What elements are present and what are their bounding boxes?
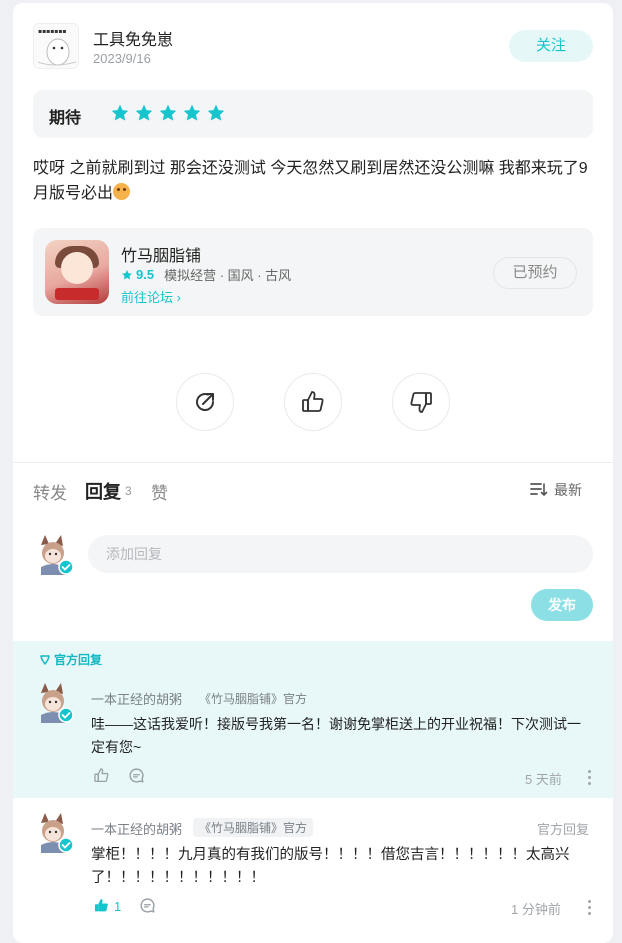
rating-star-icon [207,104,225,121]
game-card[interactable]: 竹马胭脂铺 9.5 模拟经营 · 国风 · 古风 前往论坛 › 已预约 [33,228,593,316]
forum-link-label: 前往论坛 [121,290,174,305]
more-options-icon[interactable] [588,900,592,918]
rating-stars [110,103,226,123]
comment-bubble-icon [129,768,144,783]
commenter-name[interactable]: 一本正经的胡粥 [91,819,182,838]
post-date: 2023/9/16 [93,51,151,66]
game-meta: 9.5 模拟经营 · 国风 · 古风 [121,265,291,284]
reply-input[interactable] [88,535,593,573]
author-avatar[interactable]: ▪▪▪▪▪▪▪ [33,23,79,69]
post-header: ▪▪▪▪▪▪▪ 工具免免崽 2023/9/16 关注 [13,3,613,83]
official-badge: 《竹马胭脂铺》官方 [193,818,314,837]
game-score: 9.5 [136,267,155,282]
tab-reply[interactable]: 回复 [85,478,121,504]
forum-link[interactable]: 前往论坛 › [121,287,181,306]
sort-button[interactable]: 最新 [530,480,582,500]
comment-bubble-icon [140,898,155,913]
comment-time: 5 天前 [525,772,562,787]
share-button[interactable] [176,373,234,431]
more-options-icon[interactable] [588,770,592,788]
rating-box: 期待 [33,90,593,138]
svg-text:▪▪▪▪▪▪▪: ▪▪▪▪▪▪▪ [38,28,66,35]
like-count: 1 [114,899,122,914]
comment-time: 1 分钟前 [511,902,561,917]
thumbs-up-filled-icon [94,898,108,912]
review-text: 哎呀 之前就刷到过 那会还没测试 今天忽然又刷到居然还没公测嘛 我都来玩了9月版… [33,156,595,206]
thumbs-down-icon [410,392,432,413]
game-icon[interactable] [45,240,109,304]
score-star-icon [122,269,132,280]
like-button[interactable] [284,373,342,431]
thumbs-up-icon [94,768,109,783]
rating-label: 期待 [49,110,82,127]
rating-star-icon [159,104,177,121]
comment-text: 哇——这话我爱听！接版号我第一名！谢谢免掌柜送上的开业祝福！下次测试一定有您~ [91,716,581,755]
current-user-avatar[interactable] [33,533,75,575]
follow-button[interactable]: 关注 [509,30,593,62]
game-name[interactable]: 竹马胭脂铺 [121,242,201,266]
chevron-right-icon: › [176,290,181,305]
commenter-avatar[interactable] [33,681,75,723]
comment-text: 掌柜！！！！九月真的有我们的版号！！！！借您吉言！！！！！！太高兴了！！！！！！… [91,847,570,886]
diamond-heart-icon [40,654,50,665]
game-tags: 模拟经营 · 国风 · 古风 [164,268,292,283]
publish-button[interactable]: 发布 [531,589,593,621]
sort-icon [530,483,548,497]
rating-star-icon [135,104,153,121]
tab-repost[interactable]: 转发 [33,479,67,504]
tab-like[interactable]: 赞 [151,479,168,504]
official-badge: 《竹马胭脂铺》官方 [199,692,308,706]
post-detail-page: ▪▪▪▪▪▪▪ 工具免免崽 2023/9/16 关注 期待 哎呀 之前就刷到过 … [13,3,613,943]
thumbs-up-icon [302,391,324,412]
comment-reply-button[interactable] [139,897,156,919]
sort-label: 最新 [554,482,582,498]
author-name[interactable]: 工具免免崽 [93,26,173,50]
rating-star-icon [111,104,129,121]
official-reply-tag: 官方回复 [39,651,102,668]
comment-reply-button[interactable] [128,767,145,789]
official-reply-tag-label: 官方回复 [54,653,103,667]
rating-star-icon [183,104,201,121]
comment-like-button[interactable] [93,767,110,789]
dislike-button[interactable] [392,373,450,431]
divider [13,462,613,463]
official-reply-link[interactable]: 官方回复 [537,819,589,838]
smiling-face-emoji-icon [113,183,131,200]
comment-like-button[interactable] [93,897,110,919]
share-icon [196,393,214,411]
commenter-avatar[interactable] [33,811,75,853]
commenter-name[interactable]: 一本正经的胡粥 [91,689,182,708]
reserved-button[interactable]: 已预约 [493,257,577,289]
official-reply-section: 官方回复 一本正经的胡粥 《竹马胭脂铺》官方 哇——这话我爱听！接版号我第一名！… [13,641,613,798]
reply-count: 3 [125,484,132,498]
